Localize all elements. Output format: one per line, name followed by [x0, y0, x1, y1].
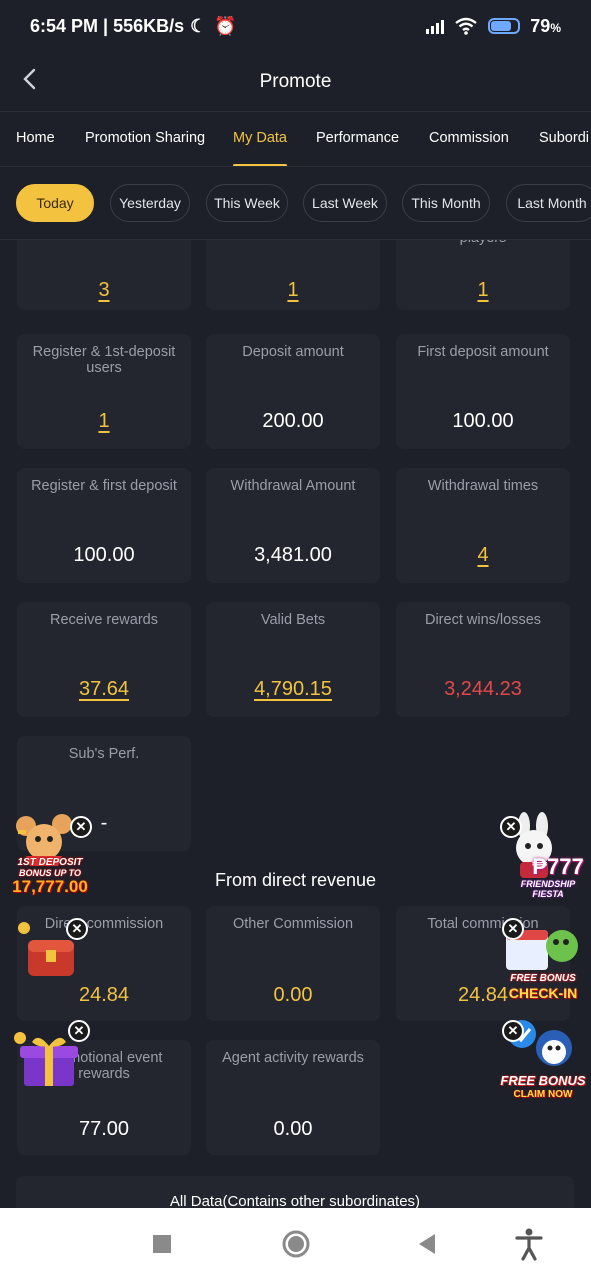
promo-line1: FREE BONUS	[510, 973, 576, 984]
stat-value-link[interactable]: 4,790.15	[206, 678, 380, 701]
promo-deposit-bonus[interactable]: 1ST DEPOSIT BONUS UP TO 17,777.00 ✕	[4, 812, 96, 898]
filter-this-month[interactable]: This Month	[402, 184, 490, 222]
stat-value: 100.00	[452, 410, 514, 432]
status-bar: 6:54 PM | 556KB/s ☾ ⏰ 79%	[0, 0, 591, 52]
stat-card-valid-bets: Valid Bets 4,790.15	[206, 602, 380, 717]
promo-friendship-fiesta[interactable]: ₱777 FRIENDSHIP FIESTA ✕	[498, 812, 588, 900]
close-promo-button[interactable]: ✕	[68, 1020, 90, 1042]
stat-value: 3,244.23	[444, 678, 522, 700]
tab-performance[interactable]: Performance	[316, 113, 399, 166]
promo-amount: 17,777.00	[12, 877, 88, 896]
tab-commission[interactable]: Commission	[429, 113, 509, 166]
stat-label: First deposit amount	[417, 344, 549, 360]
tab-home[interactable]: Home	[16, 113, 55, 166]
filter-this-week[interactable]: This Week	[206, 184, 288, 222]
stat-card: 1	[206, 240, 380, 310]
stat-value: 77.00	[78, 1118, 130, 1140]
tab-subordinates[interactable]: Subordi	[539, 113, 589, 166]
stat-label: Withdrawal Amount	[230, 478, 356, 494]
filter-yesterday[interactable]: Yesterday	[110, 184, 190, 222]
stat-value-link[interactable]: 3	[17, 279, 191, 302]
close-promo-button[interactable]: ✕	[502, 918, 524, 940]
stat-card-direct-wins-losses: Direct wins/losses 3,244.23	[396, 602, 570, 717]
stat-card-register-first-deposit-users: Register & 1st-deposit users 1	[17, 334, 191, 449]
promo-amount: ₱777	[532, 854, 584, 879]
home-icon[interactable]	[278, 1226, 314, 1262]
stat-label: Other Commission	[232, 916, 354, 932]
stat-card: players 1	[396, 240, 570, 310]
stat-label: Receive rewards	[50, 612, 158, 628]
tab-promotion-sharing[interactable]: Promotion Sharing	[85, 113, 205, 166]
stat-label: Agent activity rewards	[222, 1050, 364, 1066]
section-tabs: Home Promotion Sharing My Data Performan…	[0, 113, 591, 167]
stat-label: Register & first deposit	[31, 478, 177, 494]
back-triangle-icon[interactable]	[409, 1226, 445, 1262]
close-promo-button[interactable]: ✕	[66, 918, 88, 940]
promo-line2: FIESTA	[532, 889, 564, 899]
stat-label: Withdrawal times	[427, 478, 539, 494]
signal-icon	[426, 18, 445, 34]
accessibility-icon[interactable]	[511, 1226, 547, 1262]
promo-line1: FRIENDSHIP	[520, 879, 576, 889]
status-time: 6:54 PM | 556KB/s	[30, 15, 185, 36]
stat-value-link[interactable]: 1	[206, 279, 380, 302]
recents-icon[interactable]	[144, 1226, 180, 1262]
stat-value: 0.00	[273, 984, 313, 1006]
filter-last-month[interactable]: Last Month	[506, 184, 591, 222]
promo-checkin[interactable]: FREE BONUS CHECK-IN ✕	[498, 916, 588, 1002]
all-data-section[interactable]: All Data(Contains other subordinates)	[16, 1176, 574, 1208]
stat-card-deposit-amount: Deposit amount 200.00	[206, 334, 380, 449]
back-button[interactable]	[14, 64, 44, 94]
stat-label: players	[402, 240, 564, 246]
stat-value: 3,481.00	[254, 544, 332, 566]
stat-card-first-deposit-amount: First deposit amount 100.00	[396, 334, 570, 449]
stat-card-agent-activity-rewards: Agent activity rewards 0.00	[206, 1040, 380, 1155]
promo-gift-box[interactable]: ✕	[10, 1020, 96, 1096]
stat-label: Deposit amount	[242, 344, 344, 360]
promo-treasure-chest[interactable]: ✕	[14, 916, 94, 988]
stat-card-withdrawal-times: Withdrawal times 4	[396, 468, 570, 583]
promo-line2: CLAIM NOW	[513, 1089, 573, 1100]
chevron-left-icon	[23, 68, 36, 90]
wifi-icon	[455, 17, 478, 35]
stat-card-other-commission: Other Commission 0.00	[206, 906, 380, 1021]
stat-label: Direct wins/losses	[424, 612, 542, 628]
stat-label: Register & 1st-deposit users	[32, 344, 176, 376]
stat-label: Sub's Perf.	[68, 746, 140, 762]
page-title: Promote	[259, 70, 332, 92]
promo-line2: CHECK-IN	[508, 985, 578, 1001]
stat-card-withdrawal-amount: Withdrawal Amount 3,481.00	[206, 468, 380, 583]
close-promo-button[interactable]: ✕	[500, 816, 522, 838]
stat-value-link[interactable]: 1	[396, 279, 570, 302]
stat-value-link[interactable]: 1	[17, 410, 191, 433]
stat-card-register-first-deposit: Register & first deposit 100.00	[17, 468, 191, 583]
close-promo-button[interactable]: ✕	[502, 1020, 524, 1042]
date-filter-bar: Today Yesterday This Week Last Week This…	[0, 168, 591, 240]
promo-line1: FREE BONUS	[500, 1073, 586, 1088]
stat-value-link[interactable]: 4	[396, 544, 570, 567]
stat-value: 0.00	[273, 1118, 313, 1140]
stat-label: Valid Bets	[260, 612, 326, 628]
app-header: Promote	[0, 52, 591, 112]
moon-icon: ☾	[190, 15, 207, 36]
close-promo-button[interactable]: ✕	[70, 816, 92, 838]
stat-value-link[interactable]: 37.64	[17, 678, 191, 701]
battery-icon	[488, 18, 521, 34]
stat-card-receive-rewards: Receive rewards 37.64	[17, 602, 191, 717]
stat-value: 100.00	[73, 544, 135, 566]
filter-last-week[interactable]: Last Week	[303, 184, 387, 222]
stat-value: 200.00	[262, 410, 324, 432]
tab-my-data[interactable]: My Data	[233, 113, 287, 166]
filter-today[interactable]: Today	[16, 184, 94, 222]
stat-card: 3	[17, 240, 191, 310]
system-navigation-bar	[0, 1208, 591, 1280]
promo-claim-now[interactable]: FREE BONUS CLAIM NOW ✕	[498, 1018, 588, 1104]
promo-line1: 1ST DEPOSIT	[17, 857, 83, 868]
alarm-icon: ⏰	[214, 15, 237, 36]
battery-percent: 79%	[530, 15, 561, 36]
